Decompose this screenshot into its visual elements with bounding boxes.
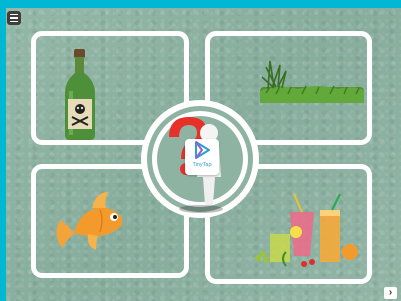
- hamburger-menu-icon[interactable]: [7, 11, 21, 25]
- play-logo-icon: [195, 141, 210, 159]
- grass-icon: [260, 60, 364, 103]
- brand-logo: TinyTap: [185, 139, 219, 175]
- brand-name: TinyTap: [192, 162, 212, 168]
- juice-drinks-icon: [255, 193, 358, 267]
- chevron-right-icon: ›: [388, 287, 393, 298]
- next-page-button[interactable]: ›: [384, 287, 397, 299]
- goldfish-icon: [56, 192, 123, 250]
- poison-bottle-icon: [65, 49, 95, 140]
